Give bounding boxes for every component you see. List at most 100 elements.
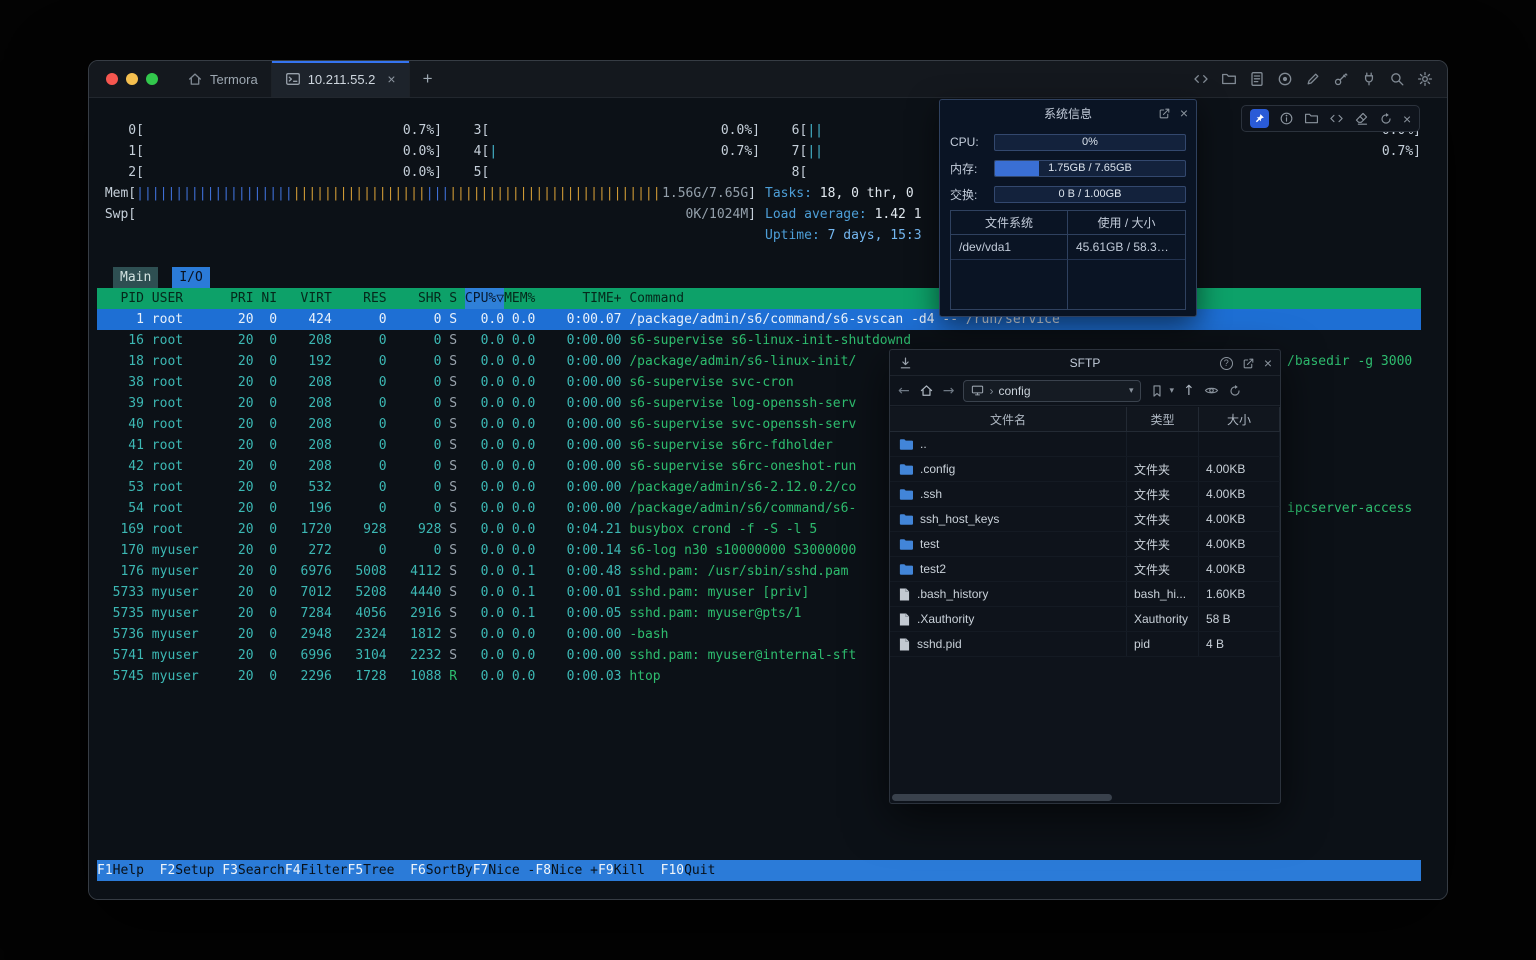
file-type: Xauthority	[1127, 607, 1199, 631]
close-icon[interactable]: ×	[1264, 355, 1272, 371]
process-row[interactable]: 16 root 20 0 208 0 0 S 0.0 0.0 0:00.00 s…	[97, 330, 1421, 351]
fnkey-f10[interactable]: F10Quit	[661, 860, 731, 881]
column-res[interactable]: RES	[340, 288, 387, 309]
file-row[interactable]: sshd.pidpid4 B	[890, 632, 1280, 657]
show-hidden-eye-icon[interactable]	[1204, 383, 1219, 398]
settings-icon[interactable]	[1417, 71, 1433, 87]
file-size: 4.00KB	[1199, 532, 1280, 556]
fnkey-f5[interactable]: F5Tree	[348, 860, 411, 881]
chevron-down-icon: ▾	[1129, 385, 1134, 396]
column-time[interactable]: TIME+	[551, 288, 621, 309]
forward-icon[interactable]: →	[943, 383, 955, 399]
pin-icon[interactable]	[1250, 109, 1269, 128]
file-row[interactable]: ..	[890, 432, 1280, 457]
up-directory-icon[interactable]: ↑	[1183, 383, 1195, 399]
tab-session[interactable]: 10.211.55.2 ×	[272, 61, 410, 97]
key-icon[interactable]	[1333, 71, 1349, 87]
close-icon[interactable]: ×	[1403, 111, 1411, 127]
plugin-icon[interactable]	[1361, 71, 1377, 87]
folder-icon[interactable]	[1304, 111, 1319, 126]
folder-icon	[899, 488, 913, 500]
file-row[interactable]: .XauthorityXauthority58 B	[890, 607, 1280, 632]
close-window-button[interactable]	[106, 73, 118, 85]
sftp-toolbar: ← → › config ▾ ▾ ↑	[890, 376, 1280, 406]
swap-meter: Swp[0K/1024M]	[97, 204, 756, 225]
termora-window: Termora 10.211.55.2 × + 0[0.7%] 3[0.0%] …	[88, 60, 1448, 900]
column-mem[interactable]: MEM%	[504, 288, 535, 309]
column-filename[interactable]: 文件名	[890, 407, 1127, 431]
search-icon[interactable]	[1389, 71, 1405, 87]
file-row[interactable]: .ssh文件夹4.00KB	[890, 482, 1280, 507]
tab-termora[interactable]: Termora	[174, 61, 272, 97]
file-row[interactable]: test2文件夹4.00KB	[890, 557, 1280, 582]
file-row[interactable]: test文件夹4.00KB	[890, 532, 1280, 557]
file-size: 4.00KB	[1199, 507, 1280, 531]
record-icon[interactable]	[1277, 71, 1293, 87]
column-virt[interactable]: VIRT	[285, 288, 332, 309]
tab-close-icon[interactable]: ×	[387, 71, 395, 87]
refresh-icon[interactable]	[1228, 384, 1242, 398]
column-pri[interactable]: PRI	[230, 288, 253, 309]
computer-icon	[971, 384, 984, 397]
folder-icon[interactable]	[1221, 71, 1237, 87]
memory-meter: Mem[||||||||||||||||||||||||||||||||||||…	[97, 183, 756, 204]
file-type: 文件夹	[1127, 507, 1199, 531]
download-icon[interactable]	[898, 356, 913, 371]
edit-icon[interactable]	[1305, 71, 1321, 87]
file-row[interactable]: .config文件夹4.00KB	[890, 457, 1280, 482]
open-in-window-icon[interactable]	[1158, 107, 1171, 120]
fnkey-f2[interactable]: F2Setup	[160, 860, 223, 881]
clear-icon[interactable]	[1354, 111, 1369, 126]
fnkey-f9[interactable]: F9Kill	[598, 860, 661, 881]
minimize-window-button[interactable]	[126, 73, 138, 85]
home-icon[interactable]	[919, 383, 934, 398]
fs-header-usage: 使用 / 大小	[1068, 211, 1185, 235]
fnkey-f7[interactable]: F7Nice -	[473, 860, 536, 881]
new-tab-button[interactable]: +	[410, 61, 446, 97]
help-icon[interactable]: ?	[1220, 357, 1233, 370]
column-pid[interactable]: PID	[97, 288, 144, 309]
fnkey-f1[interactable]: F1Help	[97, 860, 160, 881]
column-shr[interactable]: SHR	[394, 288, 441, 309]
close-icon[interactable]: ×	[1180, 105, 1188, 121]
bookmark-icon[interactable]	[1150, 384, 1164, 398]
folder-icon	[899, 538, 913, 550]
log-icon[interactable]	[1249, 71, 1265, 87]
fnkey-f6[interactable]: F6SortBy	[410, 860, 473, 881]
file-row[interactable]: ssh_host_keys文件夹4.00KB	[890, 507, 1280, 532]
bookmark-chevron-icon[interactable]: ▾	[1169, 385, 1174, 396]
column-cmd[interactable]: Command	[629, 288, 684, 309]
refresh-icon[interactable]	[1379, 112, 1393, 126]
file-icon	[899, 588, 910, 601]
folder-icon	[899, 438, 913, 450]
folder-icon	[899, 563, 913, 575]
zoom-window-button[interactable]	[146, 73, 158, 85]
column-cpu[interactable]: CPU%▽	[465, 288, 504, 309]
open-in-window-icon[interactable]	[1242, 357, 1255, 370]
process-row[interactable]: 1 root 20 0 424 0 0 S 0.0 0.0 0:00.07 /p…	[97, 309, 1421, 330]
fnkey-f8[interactable]: F8Nice +	[535, 860, 598, 881]
fnkey-f3[interactable]: F3Search	[222, 860, 285, 881]
column-type[interactable]: 类型	[1127, 407, 1199, 431]
sftp-title: SFTP	[1070, 356, 1101, 370]
process-table-header: PID USER PRI NI VIRT RES SHR S CPU%▽MEM%…	[97, 288, 1421, 309]
column-size[interactable]: 大小	[1199, 407, 1280, 431]
back-icon[interactable]: ←	[898, 383, 910, 399]
htop-tab-io[interactable]: I/O	[172, 267, 209, 288]
column-s[interactable]: S	[449, 288, 457, 309]
column-ni[interactable]: NI	[261, 288, 277, 309]
file-type: 文件夹	[1127, 482, 1199, 506]
file-row[interactable]: .bash_historybash_hi...1.60KB	[890, 582, 1280, 607]
code-icon[interactable]	[1329, 111, 1344, 126]
info-icon[interactable]	[1279, 111, 1294, 126]
htop-function-bar: F1Help F2Setup F3SearchF4FilterF5Tree F6…	[97, 860, 1421, 881]
fnkey-f4[interactable]: F4Filter	[285, 860, 348, 881]
horizontal-scrollbar-thumb[interactable]	[892, 794, 1112, 801]
htop-tab-main[interactable]: Main	[113, 267, 158, 288]
column-user[interactable]: USER	[152, 288, 230, 309]
breadcrumb-separator: ›	[989, 384, 993, 398]
floating-toolbar: ×	[1241, 105, 1420, 132]
path-breadcrumb[interactable]: › config ▾	[963, 380, 1141, 402]
cpu-meter-0: 0[0.7%]	[97, 120, 442, 141]
code-icon[interactable]	[1193, 71, 1209, 87]
